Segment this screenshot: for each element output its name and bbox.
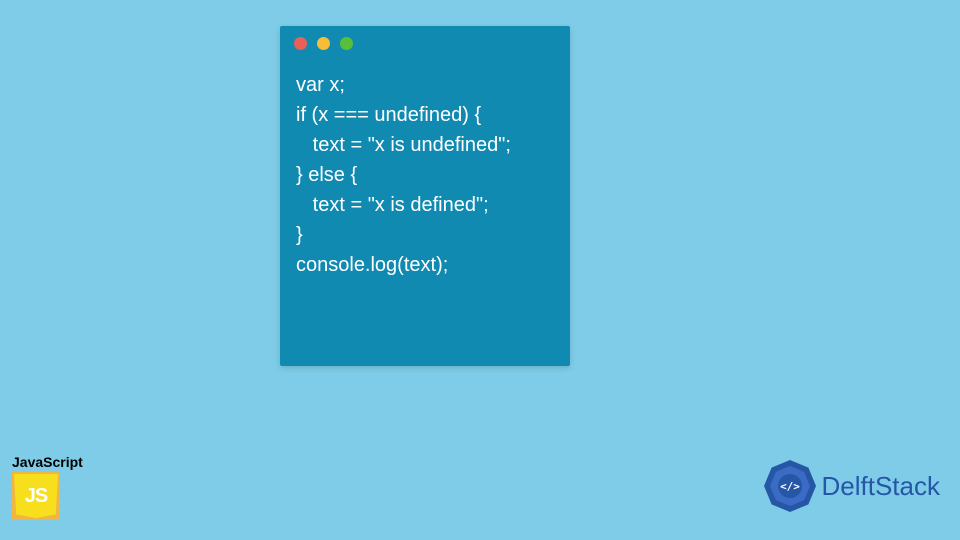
- javascript-logo-text: JS: [25, 485, 47, 508]
- brand-logo-icon: </>: [762, 458, 818, 514]
- code-line: }: [296, 224, 303, 246]
- javascript-label: JavaScript: [12, 454, 83, 470]
- minimize-icon: [317, 37, 330, 50]
- code-line: text = "x is undefined";: [296, 134, 511, 156]
- close-icon: [294, 37, 307, 50]
- javascript-badge: JavaScript JS: [12, 454, 83, 520]
- window-titlebar: [280, 26, 570, 60]
- code-line: } else {: [296, 164, 357, 186]
- javascript-logo-icon: JS: [12, 472, 60, 520]
- brand: </> DelftStack: [762, 458, 941, 514]
- code-line: if (x === undefined) {: [296, 104, 481, 126]
- maximize-icon: [340, 37, 353, 50]
- code-line: var x;: [296, 74, 345, 96]
- code-window: var x; if (x === undefined) { text = "x …: [280, 26, 570, 366]
- code-line: console.log(text);: [296, 254, 448, 276]
- code-line: text = "x is defined";: [296, 194, 489, 216]
- brand-name: DelftStack: [822, 471, 941, 502]
- code-body: var x; if (x === undefined) { text = "x …: [280, 60, 570, 296]
- svg-text:</>: </>: [780, 480, 800, 493]
